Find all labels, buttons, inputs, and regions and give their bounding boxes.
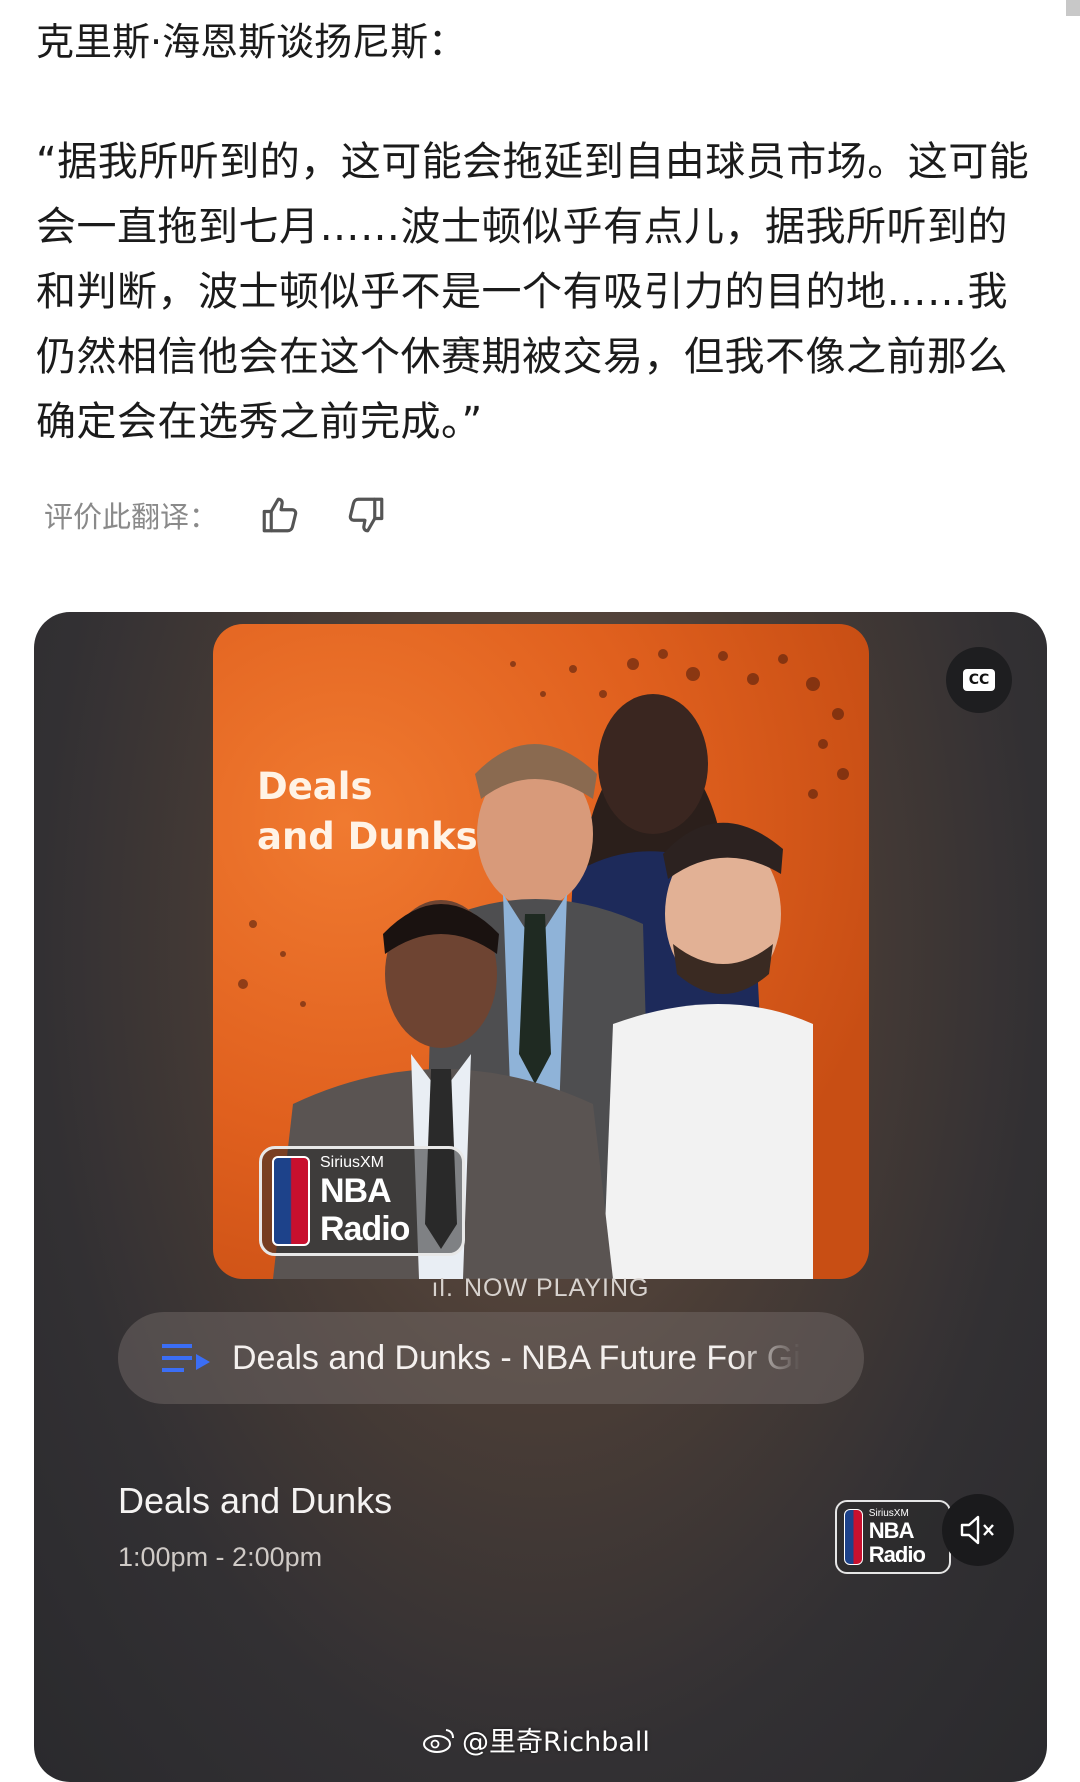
queue-icon [162,1344,210,1372]
logo-nba-radio: NBA Radio [319,1172,410,1248]
cc-icon: CC [962,669,996,691]
cover-title-line2: and Dunks [257,815,478,858]
speaker-muted-icon [960,1515,994,1545]
closed-captions-button[interactable]: CC [946,647,1012,713]
scrollbar[interactable] [1066,0,1080,16]
logo-siriusxm: SiriusXM [319,1154,384,1171]
watermark-text: @里奇Richball [462,1727,650,1758]
station-logo-nba-radio: NBA Radio [868,1517,926,1567]
nba-logo-icon-small [844,1509,863,1565]
quote-text: “据我所听到的，这可能会拖延到自由球员市场。这可能会一直拖到七月……波士顿似乎有… [36,139,1030,445]
now-playing-label: ıl. NOW PLAYING [34,1274,1047,1303]
sirius-nba-radio-logo: SiriusXM NBA Radio [259,1146,465,1256]
cover-title-line1: Deals [257,765,373,808]
mute-button[interactable] [942,1494,1014,1566]
show-name: Deals and Dunks [118,1480,393,1521]
station-logo: SiriusXM NBA Radio [835,1500,951,1574]
thumbs-down-icon[interactable] [342,491,390,539]
weibo-watermark: @里奇Richball [422,1720,650,1759]
station-logo-siriusxm: SiriusXM [868,1507,909,1519]
equalizer-icon: ıl. [431,1274,454,1302]
post-heading: 克里斯·海恩斯谈扬尼斯： [36,20,467,64]
now-playing-text: NOW PLAYING [463,1274,650,1302]
show-time: 1:00pm - 2:00pm [118,1542,323,1572]
track-title-pill[interactable]: Deals and Dunks - NBA Future For Gi [118,1312,864,1404]
nba-logo-icon [272,1156,310,1246]
track-title: Deals and Dunks - NBA Future For Gi [232,1338,801,1377]
translation-rating: 评价此翻译： [44,490,390,540]
cover-title: Deals and Dunks [257,762,478,862]
weibo-icon [423,1728,454,1753]
rate-label: 评价此翻译： [44,500,219,534]
podcast-cover-art: Deals and Dunks SiriusXM NBA Radio [213,624,869,1279]
thumbs-up-icon[interactable] [256,491,304,539]
video-player[interactable]: Deals and Dunks SiriusXM NBA Radio CC ıl… [34,612,1047,1782]
